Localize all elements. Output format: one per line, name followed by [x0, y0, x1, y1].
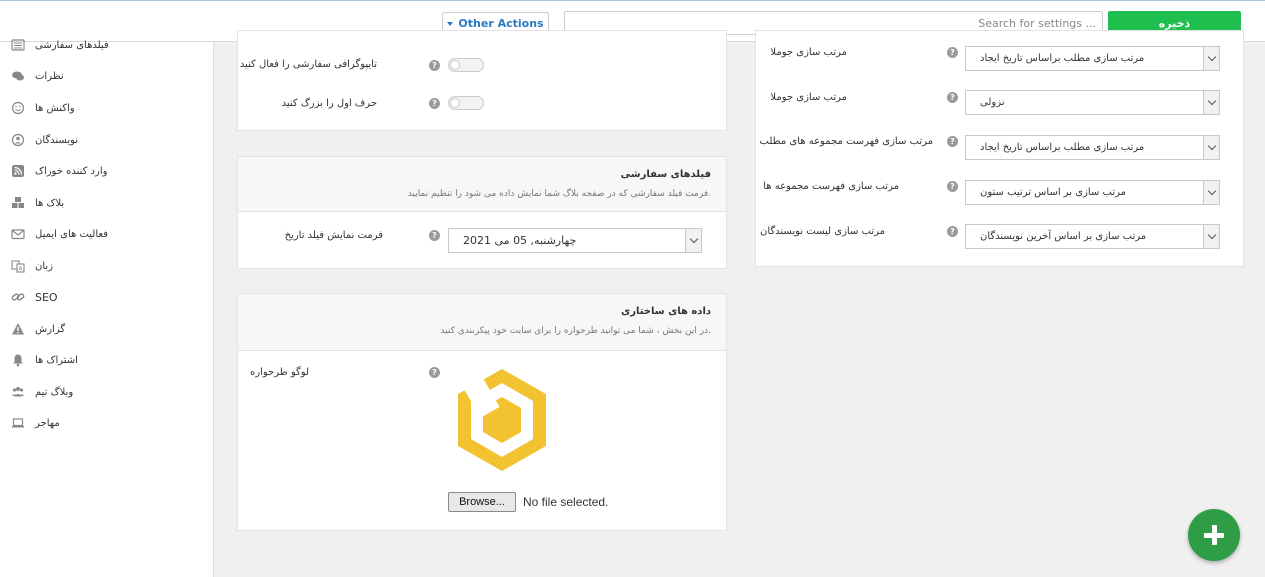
schema-logo-image [458, 369, 546, 471]
sidebar-item-authors[interactable]: نویسندگان [10, 130, 78, 150]
capitalize-first-label: حرف اول را بزرگ کنید [281, 98, 377, 109]
sidebar: فیلدهای سفارشی نظرات واکنش ها نویسندگان … [0, 39, 214, 577]
category-sort-select[interactable]: مرتب سازی مطلب براساس تاریخ ایجاد [965, 135, 1220, 160]
help-icon[interactable]: ? [947, 181, 958, 192]
card-title: داده های ساختاری [621, 306, 711, 317]
sidebar-item-seo[interactable]: SEO [10, 287, 58, 307]
sort-order-select[interactable]: نزولی [965, 90, 1220, 115]
sidebar-item-label: نظرات [35, 70, 64, 82]
collections-sort-select[interactable]: مرتب سازی بر اساس ترتیب ستون [965, 180, 1220, 205]
sort-select[interactable]: مرتب سازی مطلب براساس تاریخ ایجاد [965, 46, 1220, 71]
sort-label: مرتب سازی فهرست مجموعه های مطلب [759, 136, 933, 147]
sidebar-item-label: زبان [35, 260, 54, 272]
bell-icon [10, 353, 25, 368]
sidebar-item-blocks[interactable]: بلاک ها [10, 193, 64, 213]
sort-label: مرتب سازی جوملا [770, 92, 847, 103]
chevron-down-icon[interactable] [1203, 136, 1219, 159]
chevron-down-icon[interactable] [1203, 91, 1219, 114]
sidebar-item-label: فیلدهای سفارشی [35, 39, 109, 51]
sort-label: مرتب سازی جوملا [770, 47, 847, 58]
card-title: فیلدهای سفارشی [620, 169, 711, 180]
chevron-down-icon[interactable] [1203, 181, 1219, 204]
help-icon[interactable]: ? [947, 136, 958, 147]
sidebar-item-subscriptions[interactable]: اشتراک ها [10, 350, 78, 370]
sidebar-item-label: بلاک ها [35, 197, 65, 209]
sidebar-item-team-blog[interactable]: وبلاگ تیم [10, 382, 73, 402]
chevron-down-icon[interactable] [1203, 47, 1219, 70]
sidebar-item-language[interactable]: A زبان [10, 256, 53, 276]
sidebar-item-reports[interactable]: گزارش [10, 319, 65, 339]
select-value: مرتب سازی بر اساس آخرین نویسندگان [980, 231, 1147, 242]
help-icon[interactable]: ? [429, 98, 440, 109]
sidebar-item-label: گزارش [35, 323, 66, 335]
comments-icon [10, 69, 25, 84]
sidebar-item-label: وبلاگ تیم [35, 386, 74, 398]
sidebar-item-label: اشتراک ها [35, 354, 78, 366]
card-description: فرمت فیلد سفارشی که در صفحه بلاگ شما نما… [407, 189, 711, 199]
laptop-icon [10, 416, 25, 431]
sidebar-item-label: مهاجر [35, 417, 60, 429]
help-icon[interactable]: ? [429, 367, 440, 378]
sort-label: مرتب سازی لیست نویسندگان [760, 226, 885, 237]
card-description: در این بخش ، شما می توانید طرحواره را بر… [440, 326, 711, 336]
language-icon: A [10, 259, 25, 274]
file-status-text: No file selected. [523, 495, 609, 509]
add-button[interactable] [1188, 509, 1240, 561]
help-icon[interactable]: ? [429, 60, 440, 71]
select-value: مرتب سازی مطلب براساس تاریخ ایجاد [980, 53, 1145, 64]
select-value: مرتب سازی بر اساس ترتیب ستون [980, 187, 1126, 198]
chevron-down-icon[interactable] [1203, 225, 1219, 248]
custom-typography-label: تایپوگرافی سفارشی را فعال کنید [239, 59, 377, 70]
sidebar-item-email-activities[interactable]: فعالیت های ایمیل [10, 224, 108, 244]
sidebar-item-migrator[interactable]: مهاجر [10, 413, 60, 433]
help-icon[interactable]: ? [947, 92, 958, 103]
select-value: چهارشنبه, 05 می 2021 [463, 234, 577, 247]
sidebar-item-custom-fields[interactable]: فیلدهای سفارشی [10, 35, 109, 55]
select-value: مرتب سازی مطلب براساس تاریخ ایجاد [980, 142, 1145, 153]
custom-fields-card: فیلدهای سفارشی فرمت فیلد سفارشی که در صف… [237, 156, 727, 269]
toggle-knob [450, 60, 460, 70]
toggle-knob [450, 98, 460, 108]
schema-logo-label: لوگو طرحواره [250, 367, 309, 378]
select-value: نزولی [980, 97, 1005, 108]
authors-sort-select[interactable]: مرتب سازی بر اساس آخرین نویسندگان [965, 224, 1220, 249]
rss-icon [10, 164, 25, 179]
link-icon [10, 290, 25, 305]
sidebar-item-label: SEO [35, 290, 58, 304]
team-icon [10, 385, 25, 400]
sidebar-item-label: وارد کننده خوراک [35, 165, 108, 177]
date-format-label: فرمت نمایش فیلد تاریخ [284, 230, 383, 241]
plus-icon [1204, 525, 1224, 545]
sidebar-item-feed-importer[interactable]: وارد کننده خوراک [10, 161, 107, 181]
sidebar-item-reactions[interactable]: واکنش ها [10, 98, 75, 118]
sort-label: مرتب سازی فهرست مجموعه ها [763, 181, 899, 192]
other-actions-label: Other Actions [458, 17, 544, 30]
help-icon[interactable]: ? [947, 226, 958, 237]
card-header: فیلدهای سفارشی فرمت فیلد سفارشی که در صف… [238, 157, 726, 212]
caret-down-icon [447, 21, 454, 26]
cubes-icon [10, 196, 25, 211]
typography-card: تایپوگرافی سفارشی را فعال کنید ? حرف اول… [237, 30, 727, 131]
card-header: داده های ساختاری در این بخش ، شما می توا… [238, 294, 726, 351]
sidebar-item-label: نویسندگان [35, 134, 79, 146]
browse-button[interactable]: Browse... [448, 492, 516, 512]
custom-typography-toggle[interactable] [448, 58, 484, 72]
help-icon[interactable]: ? [947, 47, 958, 58]
envelope-icon [10, 227, 25, 242]
list-icon [10, 38, 25, 53]
help-icon[interactable]: ? [429, 230, 440, 241]
date-format-select[interactable]: چهارشنبه, 05 می 2021 [448, 228, 702, 253]
warning-icon [10, 322, 25, 337]
chevron-down-icon[interactable] [685, 229, 701, 252]
user-icon [10, 133, 25, 148]
sidebar-item-comments[interactable]: نظرات [10, 66, 64, 86]
capitalize-first-toggle[interactable] [448, 96, 484, 110]
sidebar-item-label: فعالیت های ایمیل [35, 228, 108, 240]
sorting-card: مرتب سازی جوملا ? مرتب سازی مطلب براساس … [755, 30, 1244, 267]
sidebar-item-label: واکنش ها [35, 102, 75, 114]
smiley-icon [10, 101, 25, 116]
